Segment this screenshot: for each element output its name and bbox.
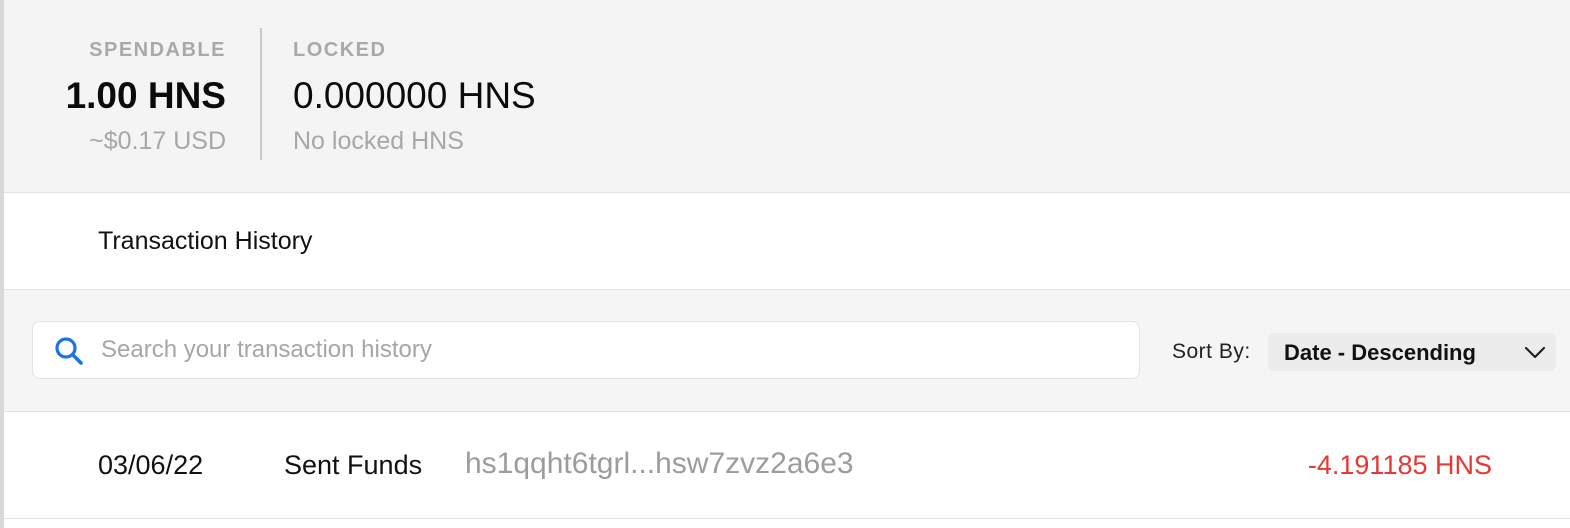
- history-toolbar: Sort By: Date - Descending: [4, 290, 1570, 412]
- sort-selected-value: Date - Descending: [1284, 340, 1476, 365]
- transaction-type: Sent Funds: [284, 450, 423, 480]
- balance-panel: SPENDABLE 1.00 HNS ~$0.17 USD LOCKED 0.0…: [4, 0, 1570, 193]
- spendable-label: SPENDABLE: [89, 39, 226, 61]
- locked-amount: 0.000000 HNS: [293, 75, 536, 116]
- spendable-usd-value: ~$0.17 USD: [89, 127, 226, 155]
- balance-divider: [260, 28, 262, 160]
- search-icon: [53, 335, 85, 367]
- locked-balance: LOCKED 0.000000 HNS No locked HNS: [293, 36, 536, 156]
- transaction-row[interactable]: 03/06/22 Sent Funds hs1qqht6tgrl...hsw7z…: [4, 412, 1570, 519]
- spendable-amount: 1.00 HNS: [65, 75, 226, 116]
- section-title: Transaction History: [98, 227, 313, 255]
- transaction-date: 03/06/22: [98, 450, 204, 480]
- chevron-down-icon: [1524, 342, 1546, 362]
- transaction-amount: -4.191185 HNS: [1307, 450, 1492, 480]
- locked-label: LOCKED: [293, 39, 387, 61]
- locked-note: No locked HNS: [293, 127, 464, 155]
- sort-label: Sort By:: [1172, 340, 1251, 363]
- sort-dropdown[interactable]: Date - Descending: [1268, 333, 1556, 371]
- spendable-balance: SPENDABLE 1.00 HNS ~$0.17 USD: [4, 36, 226, 156]
- search-input[interactable]: [101, 330, 1121, 370]
- transaction-history-header: Transaction History: [4, 193, 1570, 290]
- search-box[interactable]: [32, 321, 1140, 379]
- transaction-address: hs1qqht6tgrl...hsw7zvz2a6e3: [465, 447, 854, 480]
